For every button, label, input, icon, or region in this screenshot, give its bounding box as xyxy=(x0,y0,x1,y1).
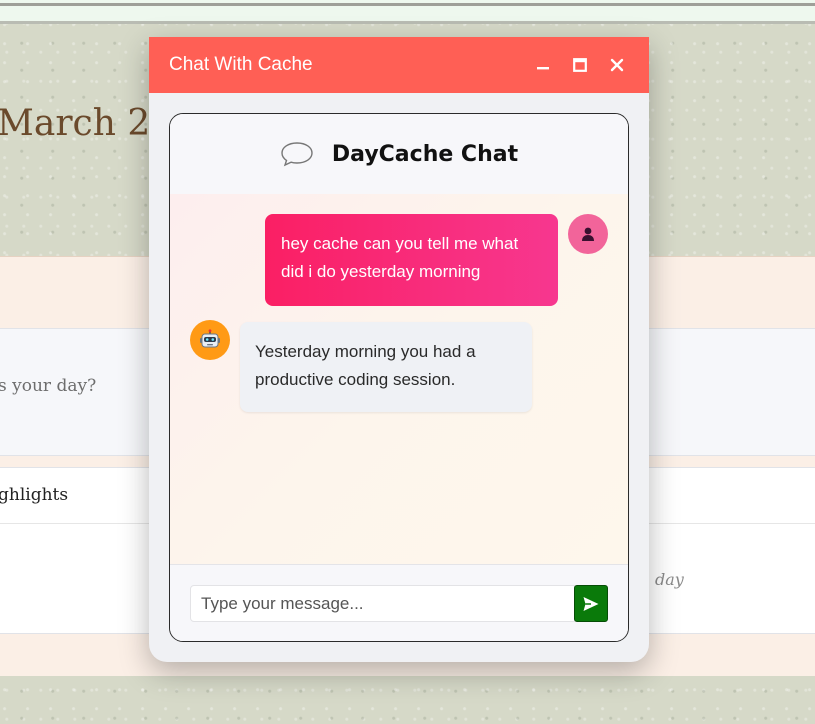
bot-avatar xyxy=(190,320,230,360)
chat-window: Chat With Cache DayCache Chat hey cache … xyxy=(149,37,649,662)
background-highlights-heading: ghlights xyxy=(0,485,69,505)
browser-top-strip xyxy=(0,0,815,24)
message-composer xyxy=(170,564,628,641)
chat-panel: DayCache Chat hey cache can you tell me … xyxy=(169,113,629,642)
message-input[interactable] xyxy=(190,585,575,622)
minimize-icon xyxy=(537,67,549,70)
chat-title: DayCache Chat xyxy=(331,141,519,167)
background-journal-prompt: s your day? xyxy=(0,376,97,396)
user-avatar xyxy=(568,214,608,254)
close-icon xyxy=(610,58,624,72)
message-list[interactable]: hey cache can you tell me what did i do … xyxy=(170,194,628,564)
maximize-button[interactable] xyxy=(568,53,592,77)
maximize-icon xyxy=(573,58,587,72)
chat-header: DayCache Chat xyxy=(170,114,628,194)
background-day-placeholder: day xyxy=(655,570,684,589)
robot-icon xyxy=(200,329,220,348)
chat-window-title: Chat With Cache xyxy=(169,54,313,75)
chat-window-titlebar[interactable]: Chat With Cache xyxy=(149,37,649,93)
close-button[interactable] xyxy=(605,53,629,77)
send-button[interactable] xyxy=(574,585,608,622)
user-icon xyxy=(582,227,594,241)
user-message: hey cache can you tell me what did i do … xyxy=(265,214,558,306)
chat-bubble-icon xyxy=(281,142,313,167)
bot-message: Yesterday morning you had a productive c… xyxy=(240,322,532,412)
minimize-button[interactable] xyxy=(531,53,555,77)
send-icon xyxy=(583,596,599,611)
